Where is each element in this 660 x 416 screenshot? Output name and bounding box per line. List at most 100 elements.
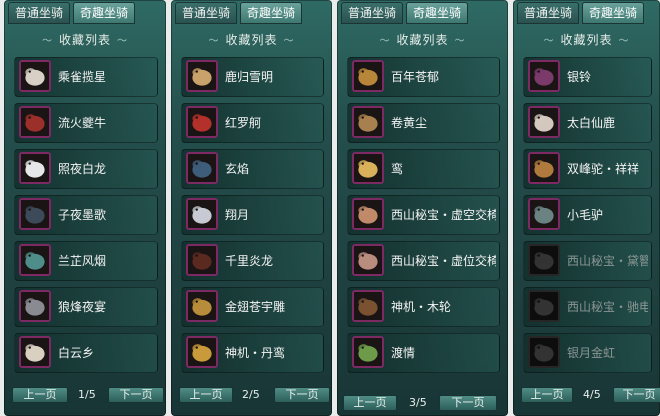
mount-list-item[interactable]: 玄焰 <box>181 149 324 189</box>
mount-list-item[interactable]: 照夜白龙 <box>14 149 158 189</box>
tab-fun-mounts[interactable]: 奇趣坐骑 <box>582 2 645 24</box>
mount-name: 子夜墨歌 <box>58 208 107 222</box>
tab-normal-mounts[interactable]: 普通坐骑 <box>8 2 71 24</box>
tab-normal-mounts[interactable]: 普通坐骑 <box>175 2 238 24</box>
mount-name: 玄焰 <box>225 162 250 176</box>
pager: 上一页 2/5 下一页 <box>171 387 332 403</box>
mount-name: 鸾 <box>391 162 404 176</box>
mount-name: 神机・丹鸾 <box>225 346 286 360</box>
prev-page-button[interactable]: 上一页 <box>12 387 68 403</box>
mount-list-item[interactable]: 西山秘宝・虚空交椅 <box>347 195 500 235</box>
mount-list-item[interactable]: 兰芷风烟 <box>14 241 158 281</box>
mount-list-item[interactable]: 神机・木轮 <box>347 287 500 327</box>
mount-list-item[interactable]: 百年苍郁 <box>347 57 500 97</box>
mount-list-item[interactable]: 卷黄尘 <box>347 103 500 143</box>
next-page-button[interactable]: 下一页 <box>613 387 660 403</box>
page-number: 4/5 <box>583 388 601 401</box>
mount-name: 乘雀揽星 <box>58 70 107 84</box>
mount-name: 神机・木轮 <box>391 300 452 314</box>
phoenix-icon <box>186 336 218 368</box>
smoke-beast-icon <box>19 244 51 276</box>
mount-list-item[interactable]: 翔月 <box>181 195 324 235</box>
mount-list-item[interactable]: 银铃 <box>523 57 652 97</box>
list-title-text: 收藏列表 <box>396 33 449 47</box>
mount-list-item[interactable]: 双峰驼・祥祥 <box>523 149 652 189</box>
list-title-text: 收藏列表 <box>58 33 111 47</box>
tab-fun-mounts[interactable]: 奇趣坐骑 <box>240 2 303 24</box>
mount-list-item[interactable]: 白云乡 <box>14 333 158 373</box>
mount-name: 西山秘宝・虚位交椅 <box>391 254 496 268</box>
flame-dragon-icon <box>186 244 218 276</box>
tab-bar: 普通坐骑 奇趣坐骑 <box>517 2 645 24</box>
white-dragon-icon <box>19 152 51 184</box>
mount-list-item[interactable]: 流火夔牛 <box>14 103 158 143</box>
mount-name: 照夜白龙 <box>58 162 107 176</box>
mount-name: 小毛驴 <box>567 208 604 222</box>
ink-horse-icon <box>19 198 51 230</box>
mount-name: 银月金虹 <box>567 346 616 360</box>
list-title-text: 收藏列表 <box>560 33 613 47</box>
next-page-button[interactable]: 下一页 <box>108 387 164 403</box>
page-number: 1/5 <box>78 388 96 401</box>
tab-normal-mounts[interactable]: 普通坐骑 <box>517 2 580 24</box>
mount-list-item: 银月金虹 <box>523 333 652 373</box>
locked-mount-icon <box>528 336 560 368</box>
mount-name: 翔月 <box>225 208 250 222</box>
ornament-left-icon: 〜 <box>543 36 555 47</box>
mount-list-item[interactable]: 西山秘宝・虚位交椅 <box>347 241 500 281</box>
tab-fun-mounts[interactable]: 奇趣坐骑 <box>406 2 469 24</box>
mount-name: 千里炎龙 <box>225 254 274 268</box>
mount-name: 流火夔牛 <box>58 116 107 130</box>
mount-list-item[interactable]: 太白仙鹿 <box>523 103 652 143</box>
mount-name: 红罗舸 <box>225 116 262 130</box>
ornament-right-icon: 〜 <box>283 36 295 47</box>
mount-panel-page-2: 普通坐骑 奇趣坐骑 〜收藏列表〜 鹿归雪明红罗舸玄焰翔月千里炎龙金翅苍宇雕神机・… <box>171 0 332 416</box>
ornament-left-icon: 〜 <box>208 36 220 47</box>
mount-list-item[interactable]: 千里炎龙 <box>181 241 324 281</box>
tab-normal-mounts[interactable]: 普通坐骑 <box>341 2 404 24</box>
wolf-mount-icon <box>19 290 51 322</box>
mount-list-item[interactable]: 狼烽夜宴 <box>14 287 158 327</box>
moon-bird-icon <box>186 198 218 230</box>
collection-list-title: 〜收藏列表〜 <box>513 31 660 48</box>
next-page-button[interactable]: 下一页 <box>439 395 497 411</box>
ornament-left-icon: 〜 <box>379 36 391 47</box>
mount-name: 西山秘宝・驰电骏 <box>567 300 648 314</box>
prev-page-button[interactable]: 上一页 <box>343 395 397 411</box>
mount-list-item[interactable]: 金翅苍宇雕 <box>181 287 324 327</box>
mount-list-item: 西山秘宝・驰电骏 <box>523 287 652 327</box>
mount-list-item[interactable]: 鹿归雪明 <box>181 57 324 97</box>
mount-list-item[interactable]: 鸾 <box>347 149 500 189</box>
next-page-button[interactable]: 下一页 <box>274 387 330 403</box>
tab-bar: 普通坐骑 奇趣坐骑 <box>175 2 303 24</box>
mount-panel-page-3: 普通坐骑 奇趣坐骑 〜收藏列表〜 百年苍郁卷黄尘鸾西山秘宝・虚空交椅西山秘宝・虚… <box>337 0 508 416</box>
list-title-text: 收藏列表 <box>225 33 278 47</box>
mount-panel-page-4: 普通坐骑 奇趣坐骑 〜收藏列表〜 银铃太白仙鹿双峰驼・祥祥小毛驴西山秘宝・黛簪鸾… <box>513 0 660 416</box>
ornament-right-icon: 〜 <box>618 36 630 47</box>
bull-mount-icon <box>19 106 51 138</box>
mount-name: 卷黄尘 <box>391 116 428 130</box>
mount-list-item[interactable]: 渡情 <box>347 333 500 373</box>
collection-list-title: 〜收藏列表〜 <box>4 31 166 48</box>
mount-name: 白云乡 <box>58 346 95 360</box>
prev-page-button[interactable]: 上一页 <box>521 387 573 403</box>
tab-bar: 普通坐骑 奇趣坐骑 <box>8 2 136 24</box>
old-man-icon <box>352 198 384 230</box>
collection-list-title: 〜收藏列表〜 <box>337 31 508 48</box>
lady-icon <box>352 244 384 276</box>
mount-list-item[interactable]: 神机・丹鸾 <box>181 333 324 373</box>
silver-bell-beast-icon <box>528 60 560 92</box>
mount-name: 西山秘宝・黛簪鸾 <box>567 254 648 268</box>
tab-fun-mounts[interactable]: 奇趣坐骑 <box>73 2 136 24</box>
mount-list-item[interactable]: 小毛驴 <box>523 195 652 235</box>
mount-name: 兰芷风烟 <box>58 254 107 268</box>
mount-list-item[interactable]: 乘雀揽星 <box>14 57 158 97</box>
mount-name: 鹿归雪明 <box>225 70 274 84</box>
golden-eagle-icon <box>186 290 218 322</box>
mount-list-item[interactable]: 红罗舸 <box>181 103 324 143</box>
tree-mount-icon <box>352 60 384 92</box>
mount-list-item[interactable]: 子夜墨歌 <box>14 195 158 235</box>
prev-page-button[interactable]: 上一页 <box>179 387 233 403</box>
dust-horse-icon <box>352 106 384 138</box>
camel-icon <box>528 152 560 184</box>
